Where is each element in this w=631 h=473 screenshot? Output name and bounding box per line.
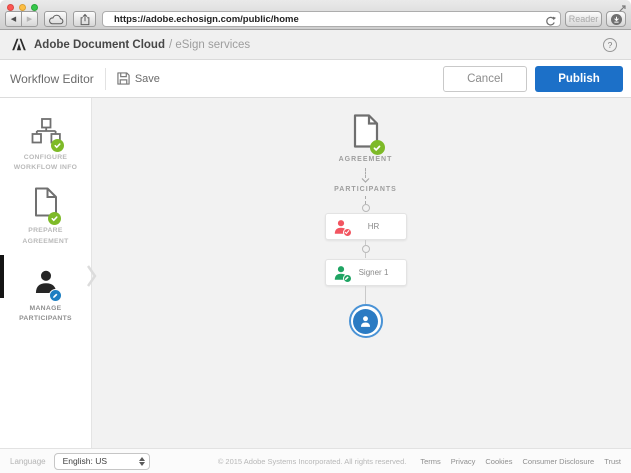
person-icon	[33, 269, 62, 302]
forward-button[interactable]: ▶	[21, 11, 38, 27]
document-icon	[34, 187, 61, 226]
sidebar-item-prepare-agreement[interactable]: PREPARE AGREEMENT	[0, 187, 91, 246]
back-icon: ◀	[10, 16, 17, 23]
active-step-chevron-icon	[86, 265, 97, 292]
toolbar-divider	[104, 67, 106, 90]
zoom-window-button[interactable]	[31, 4, 38, 11]
question-icon: ?	[607, 39, 613, 50]
cancel-button[interactable]: Cancel	[443, 65, 527, 92]
select-stepper-icon	[138, 456, 145, 466]
copyright-text: © 2015 Adobe Systems Incorporated. All r…	[217, 456, 407, 466]
download-icon	[610, 13, 622, 25]
connector-line	[365, 253, 366, 258]
workflow-steps-sidebar: CONFIGURE WORKFLOW INFO PREPARE AGREEMEN…	[0, 98, 92, 448]
publish-button[interactable]: Publish	[535, 65, 623, 92]
url-text: https://adobe.echosign.com/public/home	[114, 13, 299, 25]
active-step-indicator	[0, 255, 4, 298]
sidebar-item-manage-participants[interactable]: MANAGE PARTICIPANTS	[0, 269, 91, 324]
language-select[interactable]: English: US	[53, 452, 150, 470]
sidebar-item-configure-workflow-info[interactable]: CONFIGURE WORKFLOW INFO	[0, 118, 91, 173]
save-label: Save	[134, 72, 160, 85]
check-badge-icon	[342, 227, 352, 237]
workflow-canvas[interactable]: AGREEMENT PARTICIPANTS HR Signer 1	[92, 98, 631, 448]
page-footer: Language English: US © 2015 Adobe System…	[0, 448, 631, 473]
pencil-badge-icon	[342, 273, 352, 283]
save-button[interactable]: Save	[117, 72, 160, 85]
adobe-logo	[12, 38, 26, 51]
participant-box-hr[interactable]: HR	[324, 213, 407, 240]
language-label: Language	[10, 456, 46, 466]
icloud-tabs-button[interactable]	[44, 11, 67, 27]
reload-icon[interactable]	[545, 14, 556, 32]
link-trust[interactable]: Trust	[604, 457, 621, 466]
connector-line	[365, 286, 366, 304]
minimize-window-button[interactable]	[19, 4, 26, 11]
footer-links: Terms Privacy Cookies Consumer Disclosur…	[420, 457, 621, 466]
agreement-document-node[interactable]	[351, 114, 385, 155]
participant-name: HR	[367, 222, 380, 231]
sidebar-item-label: MANAGE PARTICIPANTS	[19, 304, 72, 322]
sidebar-item-label: CONFIGURE WORKFLOW INFO	[13, 154, 78, 172]
editor-body: CONFIGURE WORKFLOW INFO PREPARE AGREEMEN…	[0, 98, 631, 448]
browser-window: ◀ ▶ https://adobe.echosign.com/public/ho…	[0, 0, 631, 473]
reader-button[interactable]: Reader	[565, 11, 602, 27]
window-controls	[7, 4, 38, 11]
connector-dashed-line	[365, 196, 366, 204]
language-value: English: US	[62, 456, 108, 466]
back-button[interactable]: ◀	[5, 11, 22, 27]
edit-pencil-badge-icon	[48, 288, 62, 302]
help-button[interactable]: ?	[603, 37, 617, 52]
agreement-check-icon	[369, 140, 385, 155]
signer-person-icon	[333, 265, 352, 283]
app-header: Adobe Document Cloud / eSign services ?	[0, 30, 631, 60]
link-terms[interactable]: Terms	[420, 457, 440, 466]
brand-title: Adobe Document Cloud	[34, 38, 165, 51]
link-privacy[interactable]: Privacy	[451, 457, 476, 466]
share-icon	[80, 13, 89, 25]
participant-box-signer1[interactable]: Signer 1	[324, 259, 407, 286]
link-cookies[interactable]: Cookies	[485, 457, 512, 466]
step-complete-check-icon	[50, 139, 64, 152]
person-circle-icon	[353, 308, 378, 334]
close-window-button[interactable]	[7, 4, 14, 11]
add-participant-node[interactable]	[348, 304, 383, 338]
connector-node	[361, 245, 370, 253]
browser-navbar: ◀ ▶ https://adobe.echosign.com/public/ho…	[5, 11, 626, 27]
connector-dashed-line	[365, 168, 366, 178]
brand-subtitle: / eSign services	[168, 38, 251, 51]
step-complete-check-icon	[47, 212, 61, 226]
downloads-button[interactable]	[606, 11, 626, 27]
connector-node	[361, 204, 370, 212]
forward-icon: ▶	[26, 16, 33, 23]
browser-chrome: ◀ ▶ https://adobe.echosign.com/public/ho…	[0, 0, 631, 30]
approver-person-icon	[333, 219, 352, 237]
workflow-chart-icon	[31, 118, 64, 152]
page-title: Workflow Editor	[10, 71, 94, 86]
save-icon	[117, 72, 130, 85]
participant-name: Signer 1	[358, 268, 389, 277]
link-consumer-disclosure[interactable]: Consumer Disclosure	[522, 457, 594, 466]
editor-toolbar: Workflow Editor Save Cancel Publish	[0, 60, 631, 98]
workflow-diagram: AGREEMENT PARTICIPANTS HR Signer 1	[324, 114, 407, 338]
arrow-down-icon	[361, 178, 370, 183]
address-bar[interactable]: https://adobe.echosign.com/public/home	[102, 11, 561, 27]
share-button[interactable]	[73, 11, 96, 27]
agreement-label: AGREEMENT	[338, 156, 393, 163]
cloud-icon	[48, 14, 63, 24]
sidebar-item-label: PREPARE AGREEMENT	[22, 227, 69, 245]
participants-label: PARTICIPANTS	[334, 186, 397, 193]
